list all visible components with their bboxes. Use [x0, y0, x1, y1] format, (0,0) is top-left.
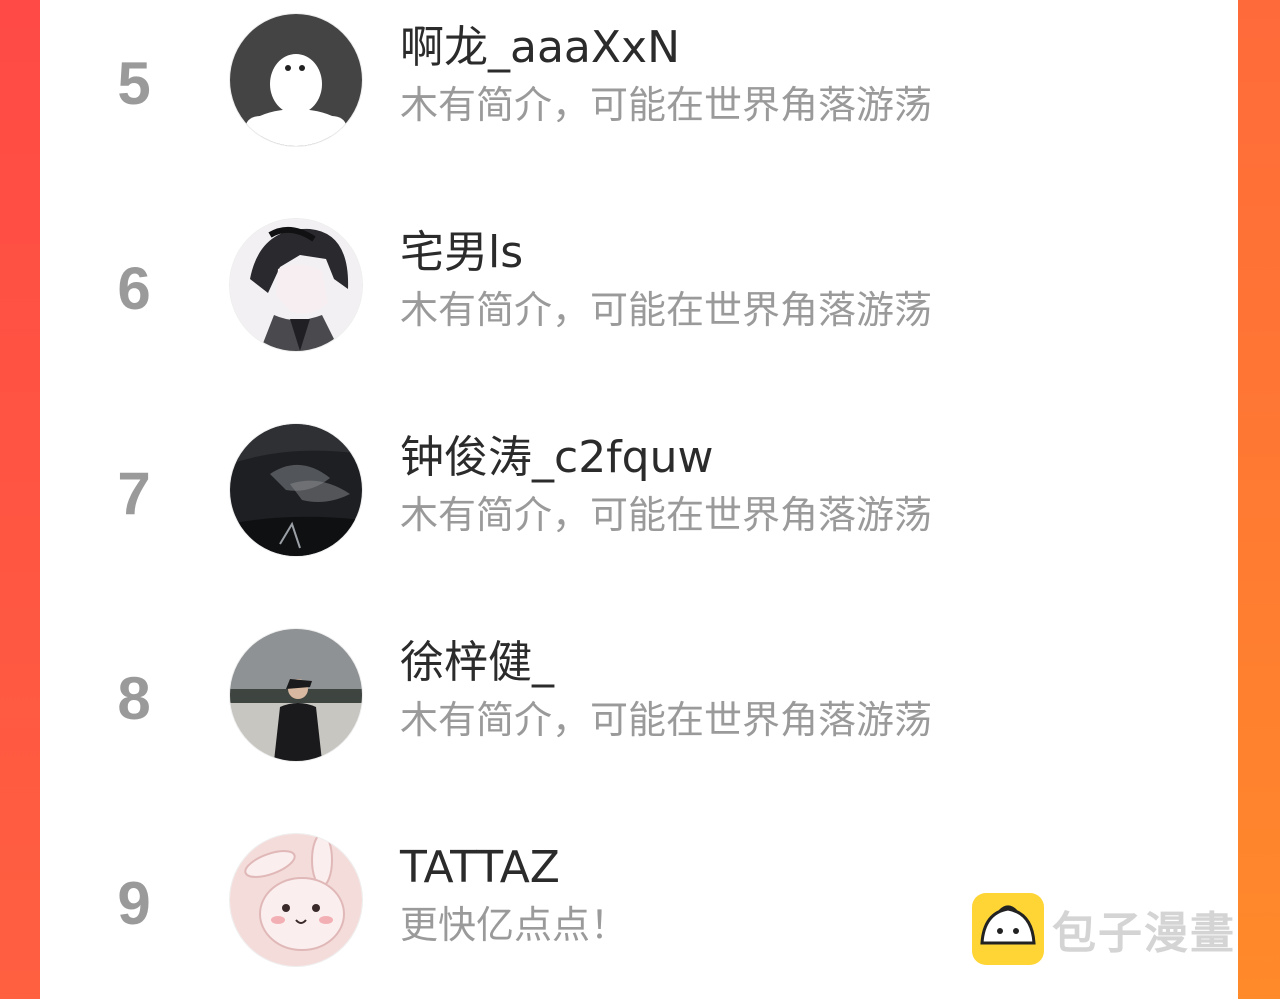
ranking-panel: 5 啊龙_aaaXxN 木有简介，可能在世界角落游荡 6 宅男ls 木有简介，可…	[40, 0, 1238, 999]
watermark: 包子漫畫	[972, 893, 1236, 965]
user-name[interactable]: 宅男ls	[400, 227, 523, 279]
person-photo-avatar-icon	[230, 629, 362, 761]
rank-number: 8	[117, 665, 151, 732]
ranking-row[interactable]: 7 钟俊涛_c2fquw 木有简介，可能在世界角落游荡	[40, 410, 1238, 570]
user-avatar[interactable]	[230, 14, 362, 146]
user-bio: 木有简介，可能在世界角落游荡	[400, 288, 933, 332]
user-name[interactable]: 徐梓健_	[400, 637, 554, 689]
user-bio: 木有简介，可能在世界角落游荡	[400, 698, 933, 742]
user-name[interactable]: 钟俊涛_c2fquw	[400, 432, 713, 484]
ranking-row[interactable]: 6 宅男ls 木有简介，可能在世界角落游荡	[40, 205, 1238, 365]
user-avatar[interactable]	[230, 219, 362, 351]
user-bio: 木有简介，可能在世界角落游荡	[400, 83, 933, 127]
ranking-row[interactable]: 8 徐梓健_ 木有简介，可能在世界角落游荡	[40, 615, 1238, 775]
bunny-avatar-icon	[230, 834, 362, 966]
user-avatar[interactable]	[230, 424, 362, 556]
watermark-text: 包子漫畫	[1052, 908, 1236, 959]
anime-boy-avatar-icon	[230, 219, 362, 351]
user-name[interactable]: TATTAZ	[400, 842, 560, 894]
ghost-avatar-icon	[230, 14, 362, 146]
rank-number: 5	[117, 50, 151, 117]
user-bio: 更快亿点点！	[400, 903, 629, 947]
rank-number: 6	[117, 255, 151, 322]
user-name[interactable]: 啊龙_aaaXxN	[400, 22, 680, 74]
left-gradient-border	[0, 0, 40, 999]
rank-number: 7	[117, 460, 151, 527]
rank-number: 9	[117, 870, 151, 937]
right-gradient-border	[1238, 0, 1280, 999]
dark-landscape-avatar-icon	[230, 424, 362, 556]
ranking-row[interactable]: 5 啊龙_aaaXxN 木有简介，可能在世界角落游荡	[40, 0, 1238, 160]
user-bio: 木有简介，可能在世界角落游荡	[400, 493, 933, 537]
user-avatar[interactable]	[230, 834, 362, 966]
bun-logo-icon	[972, 893, 1044, 965]
user-avatar[interactable]	[230, 629, 362, 761]
